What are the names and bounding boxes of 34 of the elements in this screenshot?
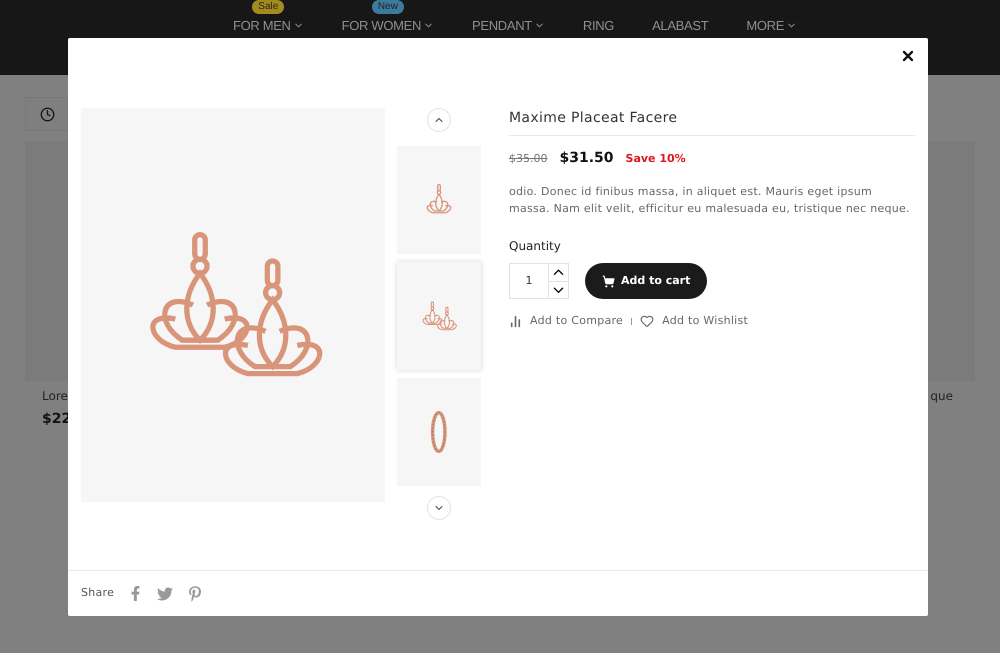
nav-badge: Sale (252, 0, 284, 14)
compare-link[interactable]: Add to Compare (509, 313, 624, 330)
quantity-value: 1 (524, 272, 534, 289)
thumbnail[interactable] (397, 262, 481, 370)
close-icon (900, 48, 916, 64)
clock-button[interactable] (25, 97, 69, 131)
nav-link[interactable]: PENDANT (472, 16, 545, 36)
nav-link[interactable]: ALABAST (652, 16, 708, 36)
clock-icon (40, 106, 54, 122)
heart-icon (640, 314, 654, 328)
product-title: Maxime Placeat Facere (509, 108, 915, 136)
nav-badge: New (372, 0, 404, 14)
wishlist-link[interactable]: Add to Wishlist (640, 313, 748, 330)
thumbnail[interactable] (397, 378, 481, 486)
bar-chart-icon (509, 314, 522, 328)
cart-icon (602, 274, 615, 288)
discount-label: Save 10% (626, 151, 686, 167)
add-to-cart-button[interactable]: Add to cart (585, 263, 708, 299)
thumbnail[interactable] (397, 146, 481, 254)
twitter-icon[interactable] (157, 586, 174, 602)
product-title: Lore (41, 388, 69, 405)
quantity-stepper[interactable]: 1 (509, 263, 569, 299)
nav-link[interactable]: FOR MEN (232, 16, 304, 36)
nav-link[interactable]: RING (582, 16, 614, 36)
nav-link[interactable]: FOR WOMEN (342, 16, 434, 36)
product-description: odio. Donec id finibus massa, in aliquet est. Mauris eget ipsum massa. Nam elit velit, efficitur eu malesuada eu, tristique nec neque. (509, 184, 911, 217)
quantity-label: Quantity (509, 238, 562, 255)
share-label: Share (81, 585, 114, 602)
product-title: que (930, 388, 954, 405)
pinterest-icon[interactable] (187, 586, 204, 602)
ring-drawing (430, 410, 448, 454)
price: $31.50 (560, 149, 614, 168)
nav-link[interactable]: MORE (746, 16, 798, 36)
old-price: $35.00 (509, 151, 548, 167)
